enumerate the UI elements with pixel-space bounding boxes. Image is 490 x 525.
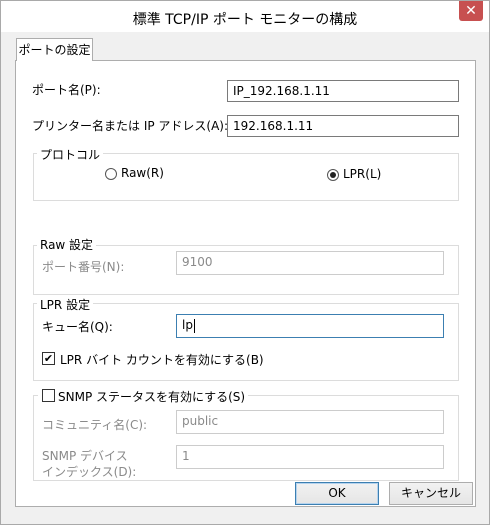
byte-count-label[interactable]: LPR バイト カウントを有効にする(B) [60, 351, 264, 368]
printer-address-field[interactable]: 192.168.1.11 [227, 115, 459, 137]
window-body: ポートの設定 ポート名(P): IP_192.168.1.11 プリンター名また… [0, 32, 490, 525]
snmp-checkbox[interactable] [42, 389, 55, 402]
byte-count-checkbox[interactable]: ✔ [42, 352, 55, 365]
port-name-field[interactable]: IP_192.168.1.11 [227, 80, 459, 102]
community-field[interactable]: public [176, 410, 444, 434]
device-index-field[interactable]: 1 [176, 445, 444, 469]
tab-port-settings[interactable]: ポートの設定 [16, 38, 93, 61]
ok-button[interactable]: OK [295, 482, 379, 505]
window-title: 標準 TCP/IP ポート モニターの構成 [132, 12, 358, 28]
close-button[interactable]: ✕ [459, 1, 483, 21]
protocol-group-label: プロトコル [37, 146, 104, 163]
close-icon: ✕ [465, 3, 477, 19]
device-index-label-line2: インデックス(D): [42, 465, 137, 479]
queue-name-label: キュー名(Q): [42, 320, 113, 334]
cancel-button[interactable]: キャンセル [389, 482, 473, 505]
lpr-radio[interactable] [327, 169, 339, 181]
lpr-settings-label: LPR 設定 [37, 296, 94, 313]
port-number-label: ポート番号(N): [42, 260, 125, 274]
raw-settings-label: Raw 設定 [37, 236, 97, 253]
community-label: コミュニティ名(C): [42, 418, 148, 432]
port-number-field[interactable]: 9100 [176, 251, 444, 275]
title-bar: 標準 TCP/IP ポート モニターの構成 ✕ [0, 0, 490, 33]
queue-name-value: lp [182, 318, 193, 332]
checkmark-icon: ✔ [43, 352, 54, 365]
printer-address-label: プリンター名または IP アドレス(A): [32, 119, 229, 133]
raw-radio[interactable] [105, 168, 117, 180]
snmp-label[interactable]: SNMP ステータスを有効にする(S) [38, 388, 249, 405]
lpr-radio-label[interactable]: LPR(L) [343, 167, 381, 181]
raw-radio-label[interactable]: Raw(R) [121, 166, 164, 180]
text-caret [193, 318, 195, 333]
port-name-label: ポート名(P): [32, 83, 101, 97]
device-index-label-line1: SNMP デバイス [42, 449, 128, 463]
tab-panel: ポート名(P): IP_192.168.1.11 プリンター名または IP アド… [15, 60, 476, 507]
queue-name-field[interactable]: lp [176, 314, 444, 338]
